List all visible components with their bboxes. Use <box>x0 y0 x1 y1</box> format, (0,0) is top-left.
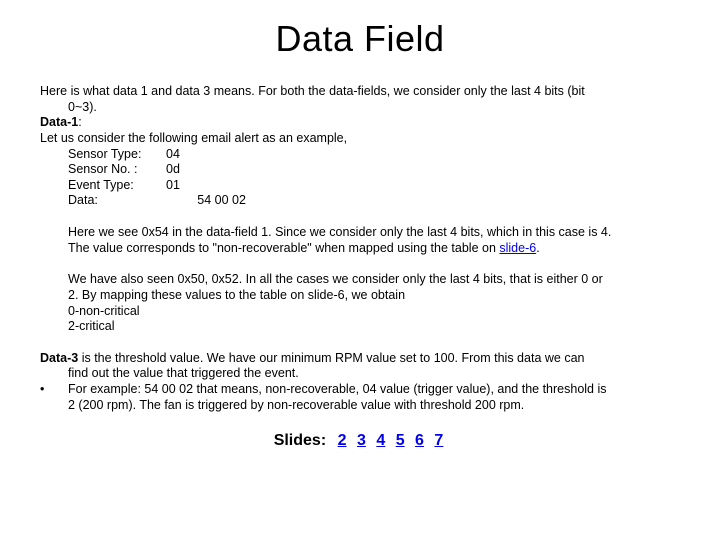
data3-block: Data-3 is the threshold value. We have o… <box>40 351 680 414</box>
slides-nav-label: Slides: <box>274 432 326 449</box>
sensor-type-row: Sensor Type:04 <box>40 147 680 163</box>
slides-nav-link-3[interactable]: 3 <box>357 432 366 449</box>
sensor-no-value: 0d <box>166 162 180 176</box>
para-0x54-pre: The value corresponds to "non-recoverabl… <box>68 241 499 255</box>
sensor-type-label: Sensor Type: <box>68 147 166 163</box>
data-row: Data: 54 00 02 <box>40 193 680 209</box>
slides-nav: Slides: 2 3 4 5 6 7 <box>40 431 680 451</box>
sensor-no-row: Sensor No. :0d <box>40 162 680 178</box>
intro-line-1: Here is what data 1 and data 3 means. Fo… <box>40 84 680 100</box>
bullet-dot: • <box>40 382 68 413</box>
mapping-2: 2-critical <box>68 319 680 335</box>
data-value: 54 00 02 <box>166 193 246 207</box>
slide-title: Data Field <box>40 18 680 60</box>
intro-block: Here is what data 1 and data 3 means. Fo… <box>40 84 680 209</box>
event-type-row: Event Type:01 <box>40 178 680 194</box>
data3-example: For example: 54 00 02 that means, non-re… <box>68 382 680 413</box>
data1-colon: : <box>78 115 81 129</box>
mapping-0: 0-non-critical <box>68 304 680 320</box>
data3-example-line-2: 2 (200 rpm). The fan is triggered by non… <box>68 398 680 414</box>
slide-6-link[interactable]: slide-6 <box>499 241 536 255</box>
event-type-label: Event Type: <box>68 178 166 194</box>
para-0x50-line-2: 2. By mapping these values to the table … <box>68 288 680 304</box>
data1-example-intro: Let us consider the following email aler… <box>40 131 680 147</box>
slides-nav-link-6[interactable]: 6 <box>415 432 424 449</box>
sensor-type-value: 04 <box>166 147 180 161</box>
event-type-value: 01 <box>166 178 180 192</box>
data1-label: Data-1 <box>40 115 78 129</box>
slides-nav-link-5[interactable]: 5 <box>396 432 405 449</box>
data3-line-2: find out the value that triggered the ev… <box>40 366 680 382</box>
para-0x54-line-1: Here we see 0x54 in the data-field 1. Si… <box>68 225 680 241</box>
para-0x54-post: . <box>536 241 539 255</box>
slide-body: Here is what data 1 and data 3 means. Fo… <box>40 84 680 451</box>
para-0x54: Here we see 0x54 in the data-field 1. Si… <box>40 225 680 256</box>
data3-label: Data-3 <box>40 351 78 365</box>
para-0x50-line-1: We have also seen 0x50, 0x52. In all the… <box>68 272 680 288</box>
slides-nav-link-4[interactable]: 4 <box>376 432 385 449</box>
data3-sentence-pre: is the threshold value. We have our mini… <box>78 351 584 365</box>
data1-heading: Data-1: <box>40 115 680 131</box>
slides-nav-link-2[interactable]: 2 <box>338 432 347 449</box>
data-label: Data: <box>68 193 166 209</box>
slide-container: Data Field Here is what data 1 and data … <box>0 0 720 540</box>
slides-nav-link-7[interactable]: 7 <box>434 432 443 449</box>
intro-line-2: 0~3). <box>40 100 680 116</box>
data3-line-1: Data-3 is the threshold value. We have o… <box>40 351 680 367</box>
data3-bullet: • For example: 54 00 02 that means, non-… <box>40 382 680 413</box>
sensor-no-label: Sensor No. : <box>68 162 166 178</box>
para-0x50: We have also seen 0x50, 0x52. In all the… <box>40 272 680 335</box>
data3-example-line-1: For example: 54 00 02 that means, non-re… <box>68 382 680 398</box>
para-0x54-line-2: The value corresponds to "non-recoverabl… <box>68 241 680 257</box>
